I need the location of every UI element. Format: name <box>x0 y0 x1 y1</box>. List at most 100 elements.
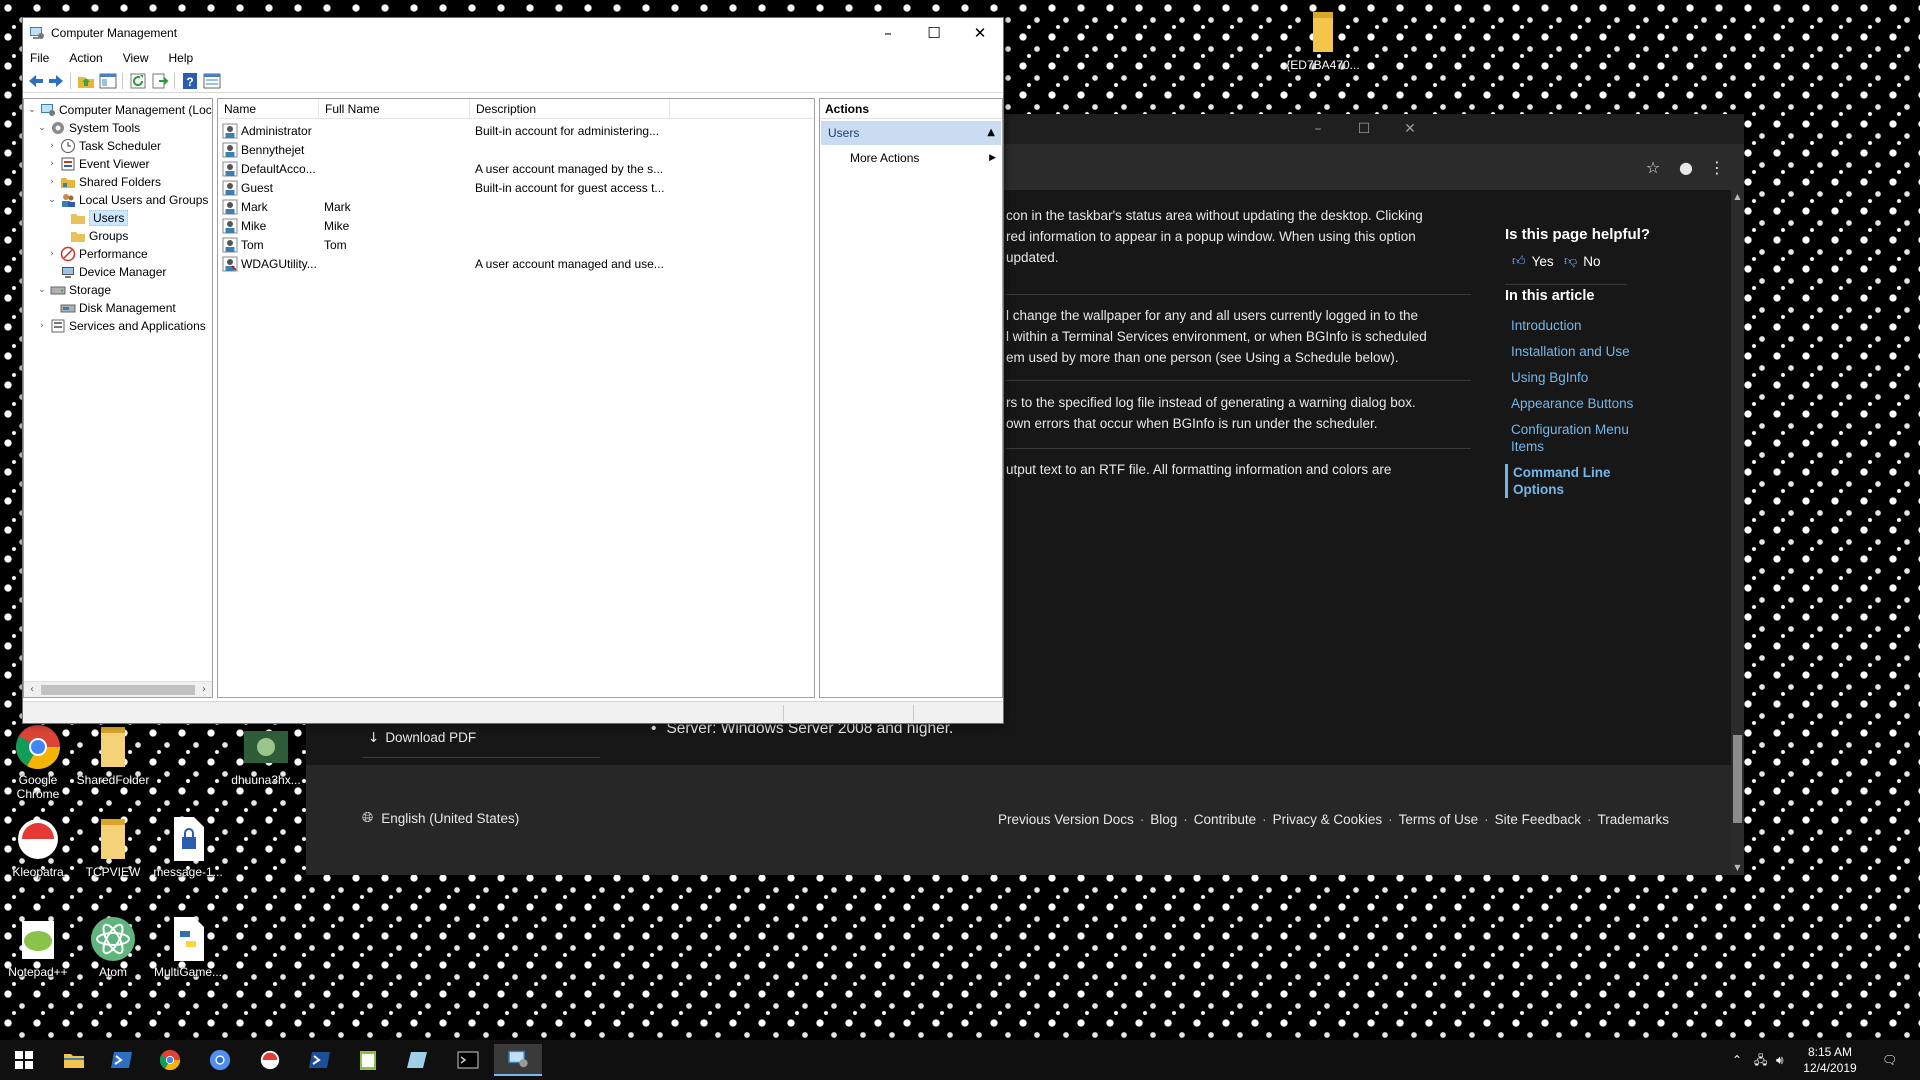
refresh-icon[interactable] <box>129 72 147 90</box>
tree-node-device-manager[interactable]: Device Manager <box>46 263 166 281</box>
maximize-icon[interactable]: ☐ <box>911 18 957 48</box>
show-hidden-icons-chevron-up-icon[interactable]: ⌃ <box>1732 1040 1742 1080</box>
table-row[interactable]: Tom Tom <box>218 235 814 254</box>
chevron-right-icon[interactable]: › <box>46 141 58 151</box>
scroll-up-icon[interactable]: ▲ <box>1731 190 1744 204</box>
menu-view[interactable]: View <box>113 48 159 68</box>
chevron-down-icon[interactable]: ⌄ <box>26 105 38 115</box>
taskbar-notepad[interactable] <box>344 1044 392 1076</box>
taskbar-chrome[interactable] <box>146 1044 194 1076</box>
tree-node-disk-management[interactable]: Disk Management <box>46 299 176 317</box>
tree-node-services-and-applications[interactable]: › Services and Applications <box>36 317 206 335</box>
language-selector[interactable]: 🌐︎ English (United States) <box>362 810 519 826</box>
up-folder-icon[interactable] <box>77 72 95 90</box>
menu-action[interactable]: Action <box>59 48 112 68</box>
bookmark-star-icon[interactable]: ☆ <box>1642 157 1664 179</box>
table-row[interactable]: Mark Mark <box>218 197 814 216</box>
console-tree[interactable]: ⌄ Computer Management (Local ⌄ System To… <box>23 98 213 698</box>
desktop-icon-message[interactable]: message-1... <box>150 815 226 879</box>
tree-node-users[interactable]: Users <box>56 209 129 227</box>
taskbar-tablet-app[interactable] <box>394 1044 442 1076</box>
footer-link[interactable]: Site Feedback <box>1495 812 1581 827</box>
scroll-down-icon[interactable]: ▼ <box>1731 861 1744 875</box>
collapse-up-icon[interactable]: ▲ <box>987 121 995 145</box>
toc-item-using-bginfo[interactable]: Using BgInfo <box>1505 369 1645 386</box>
download-pdf-link[interactable]: ↓ Download PDF <box>362 728 600 758</box>
window-titlebar[interactable]: Computer Management – ☐ ✕ <box>23 18 1003 48</box>
start-button[interactable] <box>0 1044 48 1076</box>
horizontal-scrollbar[interactable]: ‹ › <box>24 681 212 697</box>
clock[interactable]: 8:15 AM 12/4/2019 <box>1795 1044 1865 1076</box>
network-icon[interactable]: 🖧︎ <box>1754 1040 1767 1080</box>
tree-node-shared-folders[interactable]: › Shared Folders <box>46 173 161 191</box>
chevron-down-icon[interactable]: ⌄ <box>36 285 48 295</box>
tree-node-groups[interactable]: Groups <box>56 227 128 245</box>
scroll-right-icon[interactable]: › <box>197 683 211 697</box>
minimize-icon[interactable]: – <box>1308 120 1328 138</box>
toc-item-configuration[interactable]: Configuration Menu Items <box>1505 421 1645 455</box>
close-icon[interactable]: ✕ <box>957 18 1003 48</box>
table-row[interactable]: Guest Built-in account for guest access … <box>218 178 814 197</box>
tree-node-storage[interactable]: ⌄ Storage <box>36 281 111 299</box>
footer-link[interactable]: Contribute <box>1194 812 1256 827</box>
help-icon[interactable]: ? <box>181 72 199 90</box>
toc-item-installation[interactable]: Installation and Use <box>1505 343 1645 360</box>
tree-node-performance[interactable]: › Performance <box>46 245 148 263</box>
column-header-name[interactable]: Name <box>218 99 319 119</box>
desktop-icon-atom[interactable]: Atom <box>75 915 151 979</box>
scroll-left-icon[interactable]: ‹ <box>25 683 39 697</box>
forward-arrow-icon[interactable] <box>47 72 65 90</box>
menu-help[interactable]: Help <box>159 48 204 68</box>
menu-file[interactable]: File <box>23 48 59 68</box>
users-list[interactable]: Name Full Name Description Administrator… <box>217 98 815 698</box>
column-header-full-name[interactable]: Full Name <box>319 99 470 119</box>
desktop-icon-tcpview[interactable]: TCPVIEW <box>75 815 151 879</box>
footer-link[interactable]: Privacy & Cookies <box>1273 812 1383 827</box>
footer-link[interactable]: Terms of Use <box>1399 812 1479 827</box>
toc-item-command-line[interactable]: Command Line Options <box>1505 464 1645 498</box>
tree-node-local-users-and-groups[interactable]: ⌄ Local Users and Groups <box>46 191 208 209</box>
scrollbar-thumb[interactable] <box>41 685 195 695</box>
desktop-icon-google-chrome[interactable]: Google Chrome <box>0 723 76 801</box>
taskbar-terminal[interactable] <box>444 1044 492 1076</box>
table-row[interactable]: WDAGUtility... A user account managed an… <box>218 254 814 273</box>
taskbar-chromium[interactable] <box>196 1044 244 1076</box>
desktop-icon-image[interactable]: dhuuna3hx... <box>228 723 304 787</box>
helpful-yes-button[interactable]: 👍︎ Yes <box>1512 254 1554 269</box>
column-header-description[interactable]: Description <box>470 99 670 119</box>
table-row[interactable]: DefaultAcco... A user account managed by… <box>218 159 814 178</box>
menu-dots-icon[interactable]: ⋮ <box>1706 157 1728 179</box>
taskbar-computer-management[interactable] <box>494 1044 542 1076</box>
desktop-icon-multigame[interactable]: MultiGame... <box>150 915 226 979</box>
tree-node-computer-management[interactable]: ⌄ Computer Management (Local <box>26 101 212 119</box>
more-actions-item[interactable]: More Actions ▶ <box>850 147 1001 169</box>
tree-node-system-tools[interactable]: ⌄ System Tools <box>36 119 140 137</box>
taskbar-powershell[interactable] <box>98 1044 146 1076</box>
desktop-icon-sharedfolder[interactable]: SharedFolder <box>75 723 151 787</box>
footer-link[interactable]: Trademarks <box>1597 812 1669 827</box>
table-row[interactable]: Mike Mike <box>218 216 814 235</box>
chevron-down-icon[interactable]: ⌄ <box>46 195 58 205</box>
toc-item-appearance[interactable]: Appearance Buttons <box>1505 395 1645 412</box>
minimize-icon[interactable]: – <box>865 18 911 48</box>
taskbar-kleopatra[interactable] <box>246 1044 294 1076</box>
chevron-right-icon[interactable]: › <box>46 159 58 169</box>
tree-node-task-scheduler[interactable]: › Task Scheduler <box>46 137 161 155</box>
chevron-right-icon[interactable]: › <box>46 249 58 259</box>
table-row[interactable]: Administrator Built-in account for admin… <box>218 121 814 140</box>
toc-item-introduction[interactable]: Introduction <box>1505 317 1645 334</box>
profile-icon[interactable]: ● <box>1675 157 1697 179</box>
taskbar-powershell-ise[interactable] <box>296 1044 344 1076</box>
chevron-right-icon[interactable]: › <box>36 321 48 331</box>
scrollbar-thumb[interactable] <box>1733 735 1742 823</box>
tree-node-event-viewer[interactable]: › Event Viewer <box>46 155 149 173</box>
footer-link[interactable]: Previous Version Docs <box>998 812 1134 827</box>
back-arrow-icon[interactable] <box>27 72 45 90</box>
chevron-right-icon[interactable]: › <box>46 177 58 187</box>
desktop-icon-kleopatra[interactable]: Kleopatra <box>0 815 76 879</box>
vertical-scrollbar[interactable]: ▲ ▼ <box>1731 190 1744 875</box>
footer-link[interactable]: Blog <box>1150 812 1177 827</box>
show-hide-tree-icon[interactable] <box>99 72 117 90</box>
chevron-down-icon[interactable]: ⌄ <box>36 123 48 133</box>
desktop-icon-folder[interactable]: {ED7BA470... <box>1285 8 1361 72</box>
